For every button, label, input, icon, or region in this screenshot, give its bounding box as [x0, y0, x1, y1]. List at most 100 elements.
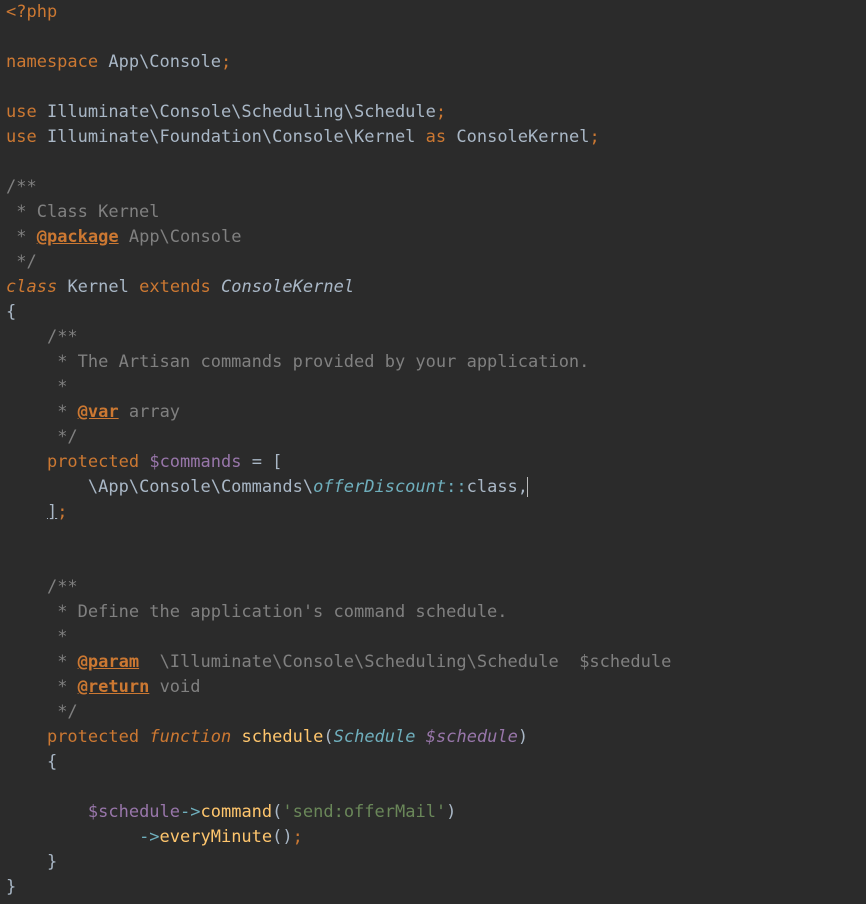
paren-close: ): [282, 827, 292, 847]
docblock-open: /**: [6, 177, 37, 197]
docblock-tag-var: @var: [78, 402, 119, 422]
indent: [6, 852, 47, 872]
kw-extends: extends: [139, 277, 211, 297]
docblock-prefix: *: [47, 402, 78, 422]
code-line: * @param \Illuminate\Console\Scheduling\…: [6, 652, 671, 672]
docblock-close: */: [6, 252, 37, 272]
string-literal: 'send:offerMail': [282, 802, 446, 822]
indent: [6, 627, 47, 647]
code-line: *: [6, 377, 67, 397]
docblock-close: */: [47, 702, 78, 722]
indent: [6, 477, 88, 497]
paren-open: (: [323, 727, 333, 747]
brace-close: }: [47, 852, 57, 872]
docblock-open: /**: [47, 327, 78, 347]
indent: [6, 452, 47, 472]
php-open-tag: <?php: [6, 2, 57, 22]
indent: [6, 752, 47, 772]
method-call: command: [201, 802, 273, 822]
alias-name: ConsoleKernel: [446, 127, 589, 147]
docblock-close: */: [47, 427, 78, 447]
code-line: *: [6, 627, 67, 647]
code-line: protected function schedule(Schedule $sc…: [6, 727, 528, 747]
docblock-prefix: *: [47, 652, 78, 672]
code-line: * @package App\Console: [6, 227, 241, 247]
indent: [6, 827, 139, 847]
code-editor[interactable]: <?php namespace App\Console; use Illumin…: [0, 0, 866, 904]
indent: [6, 327, 47, 347]
code-line: [6, 777, 16, 797]
docblock-prefix: *: [47, 677, 78, 697]
code-line: /**: [6, 327, 78, 347]
docblock-rest: App\Console: [119, 227, 242, 247]
indent: [6, 377, 47, 397]
docblock-line: * The Artisan commands provided by your …: [47, 352, 589, 372]
namespace-path: App\Console: [98, 52, 221, 72]
code-line: {: [6, 302, 16, 322]
docblock-rest: void: [149, 677, 200, 697]
code-line: }: [6, 852, 57, 872]
semicolon: ;: [589, 127, 599, 147]
code-line: */: [6, 427, 78, 447]
kw-namespace: namespace: [6, 52, 98, 72]
code-line: /**: [6, 577, 78, 597]
var-commands: $commands: [149, 452, 241, 472]
use-path: Illuminate\Console\Scheduling\Schedule: [37, 102, 436, 122]
kw-as: as: [426, 127, 446, 147]
bracket-open: [: [272, 452, 282, 472]
indent: [6, 352, 47, 372]
code-line: namespace App\Console;: [6, 52, 231, 72]
code-line: /**: [6, 177, 37, 197]
docblock-rest: array: [119, 402, 180, 422]
op-assign: =: [241, 452, 272, 472]
code-line: [6, 152, 16, 172]
code-line: }: [6, 877, 16, 897]
space: [416, 727, 426, 747]
indent: [6, 602, 47, 622]
brace-open: {: [47, 752, 57, 772]
code-line: [6, 552, 16, 572]
class-path: \App\Console\Commands\: [88, 477, 313, 497]
class-name: Kernel: [67, 277, 128, 297]
indent: [6, 802, 88, 822]
docblock-rest: \Illuminate\Console\Scheduling\Schedule …: [139, 652, 671, 672]
code-line: * Class Kernel: [6, 202, 160, 222]
code-line: protected $commands = [: [6, 452, 282, 472]
indent: [6, 702, 47, 722]
space: [231, 727, 241, 747]
code-line: use Illuminate\Console\Scheduling\Schedu…: [6, 102, 446, 122]
indent: [6, 577, 47, 597]
code-line: [6, 27, 16, 47]
code-line: [6, 77, 16, 97]
docblock-tag-package: @package: [37, 227, 119, 247]
semicolon: ;: [436, 102, 446, 122]
class-ref: offerDiscount: [313, 477, 446, 497]
kw-protected: protected: [47, 452, 139, 472]
space: [211, 277, 221, 297]
code-line: class Kernel extends ConsoleKernel: [6, 277, 354, 297]
kw-protected: protected: [47, 727, 139, 747]
paren-close: ): [518, 727, 528, 747]
bracket-close: ]: [47, 502, 57, 522]
code-line: <?php: [6, 2, 57, 22]
docblock-line: * Define the application's command sched…: [47, 602, 508, 622]
space: [57, 277, 67, 297]
code-line: [6, 527, 16, 547]
indent: [6, 652, 47, 672]
code-line: * @return void: [6, 677, 201, 697]
indent: [6, 427, 47, 447]
code-line: * Define the application's command sched…: [6, 602, 508, 622]
code-line: \App\Console\Commands\offerDiscount::cla…: [6, 477, 528, 497]
brace-close: }: [6, 877, 16, 897]
docblock-line: *: [47, 627, 67, 647]
semicolon: ;: [293, 827, 303, 847]
kw-use: use: [6, 127, 37, 147]
param-var: $schedule: [426, 727, 518, 747]
indent: [6, 402, 47, 422]
kw-function: function: [149, 727, 231, 747]
code-line: * The Artisan commands provided by your …: [6, 352, 589, 372]
code-line: ->everyMinute();: [6, 827, 303, 847]
paren-close: ): [446, 802, 456, 822]
indent: [6, 727, 47, 747]
op-arrow: ->: [180, 802, 200, 822]
